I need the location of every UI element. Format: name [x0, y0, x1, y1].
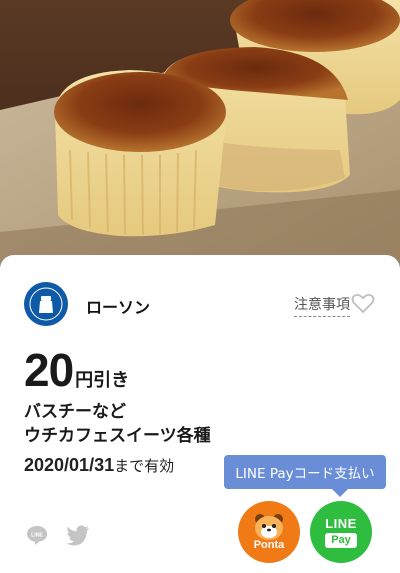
product-photo	[0, 0, 400, 275]
discount-number: 20	[24, 344, 74, 396]
discount-amount: 20 円引き	[24, 343, 130, 396]
line-share-label: LINE	[31, 533, 43, 539]
lawson-logo	[24, 282, 68, 326]
linepay-pay-label: Pay	[325, 533, 357, 548]
coupon-card: ローソン 注意事項 20 円引き バスチーなど ウチカフェスイーツ各種 2020/…	[0, 255, 400, 573]
ponta-label: Ponta	[253, 539, 285, 551]
discount-unit: 円引き	[75, 370, 130, 391]
linepay-tooltip: LINE Payコード支払い	[224, 455, 386, 497]
cheesecake-illustration	[0, 0, 400, 275]
twitter-share-icon[interactable]	[66, 524, 90, 546]
terms-link[interactable]: 注意事項	[294, 294, 350, 317]
expiry-suffix: まで有効	[114, 457, 175, 475]
linepay-button[interactable]: LINE Pay	[310, 501, 372, 563]
ponta-button[interactable]: Ponta	[238, 501, 300, 563]
favorite-heart-icon[interactable]	[350, 290, 376, 316]
ponta-raccoon-icon	[255, 514, 283, 540]
store-name: ローソン	[86, 298, 151, 317]
expiry-date: 2020/01/31	[24, 455, 115, 475]
product-line-1: バスチーなど	[24, 402, 126, 422]
product-line-2: ウチカフェスイーツ各種	[24, 426, 211, 446]
expiry-info: 2020/01/31まで有効	[24, 455, 174, 476]
line-share-icon[interactable]: LINE	[26, 524, 48, 546]
linepay-line-label: LINE	[325, 516, 357, 531]
product-description: バスチーなど ウチカフェスイーツ各種	[24, 400, 324, 448]
milk-can-icon	[29, 287, 63, 321]
store-header: ローソン 注意事項	[24, 282, 376, 326]
